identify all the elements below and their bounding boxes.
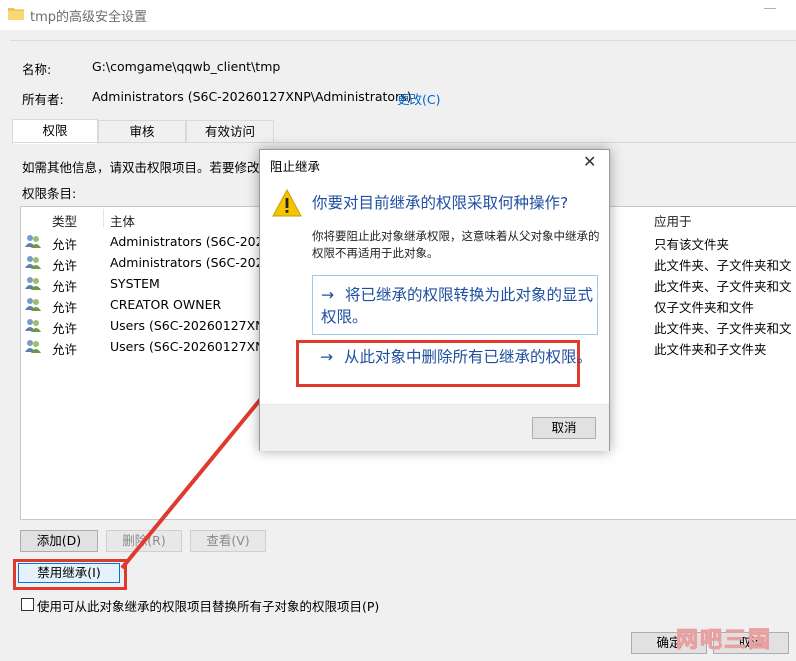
arrow-right-icon: → bbox=[320, 348, 333, 366]
watermark-logo: 网吧三国 bbox=[675, 628, 773, 654]
convert-inherited-label: 将已继承的权限转换为此对象的显式权限。 bbox=[321, 286, 594, 326]
dialog-footer: 取消 bbox=[260, 404, 609, 451]
arrow-right-icon: → bbox=[321, 286, 334, 304]
block-inheritance-dialog: 阻止继承 ✕ 你要对目前继承的权限采取何种操作? 你将要阻止此对象继承权限，这意… bbox=[259, 149, 610, 451]
remove-inherited-label: 从此对象中删除所有已继承的权限。 bbox=[344, 348, 593, 366]
warning-icon bbox=[272, 188, 302, 217]
dialog-cancel-button[interactable]: 取消 bbox=[532, 417, 596, 439]
close-icon[interactable]: ✕ bbox=[583, 152, 596, 171]
remove-inherited-option[interactable]: → 从此对象中删除所有已继承的权限。 bbox=[312, 344, 596, 392]
dialog-info: 你将要阻止此对象继承权限，这意味着从父对象中继承的权限不再适用于此对象。 bbox=[312, 229, 600, 260]
dialog-title: 阻止继承 bbox=[270, 159, 321, 174]
convert-inherited-option[interactable]: → 将已继承的权限转换为此对象的显式权限。 bbox=[312, 275, 598, 335]
dialog-question: 你要对目前继承的权限采取何种操作? bbox=[312, 194, 569, 212]
